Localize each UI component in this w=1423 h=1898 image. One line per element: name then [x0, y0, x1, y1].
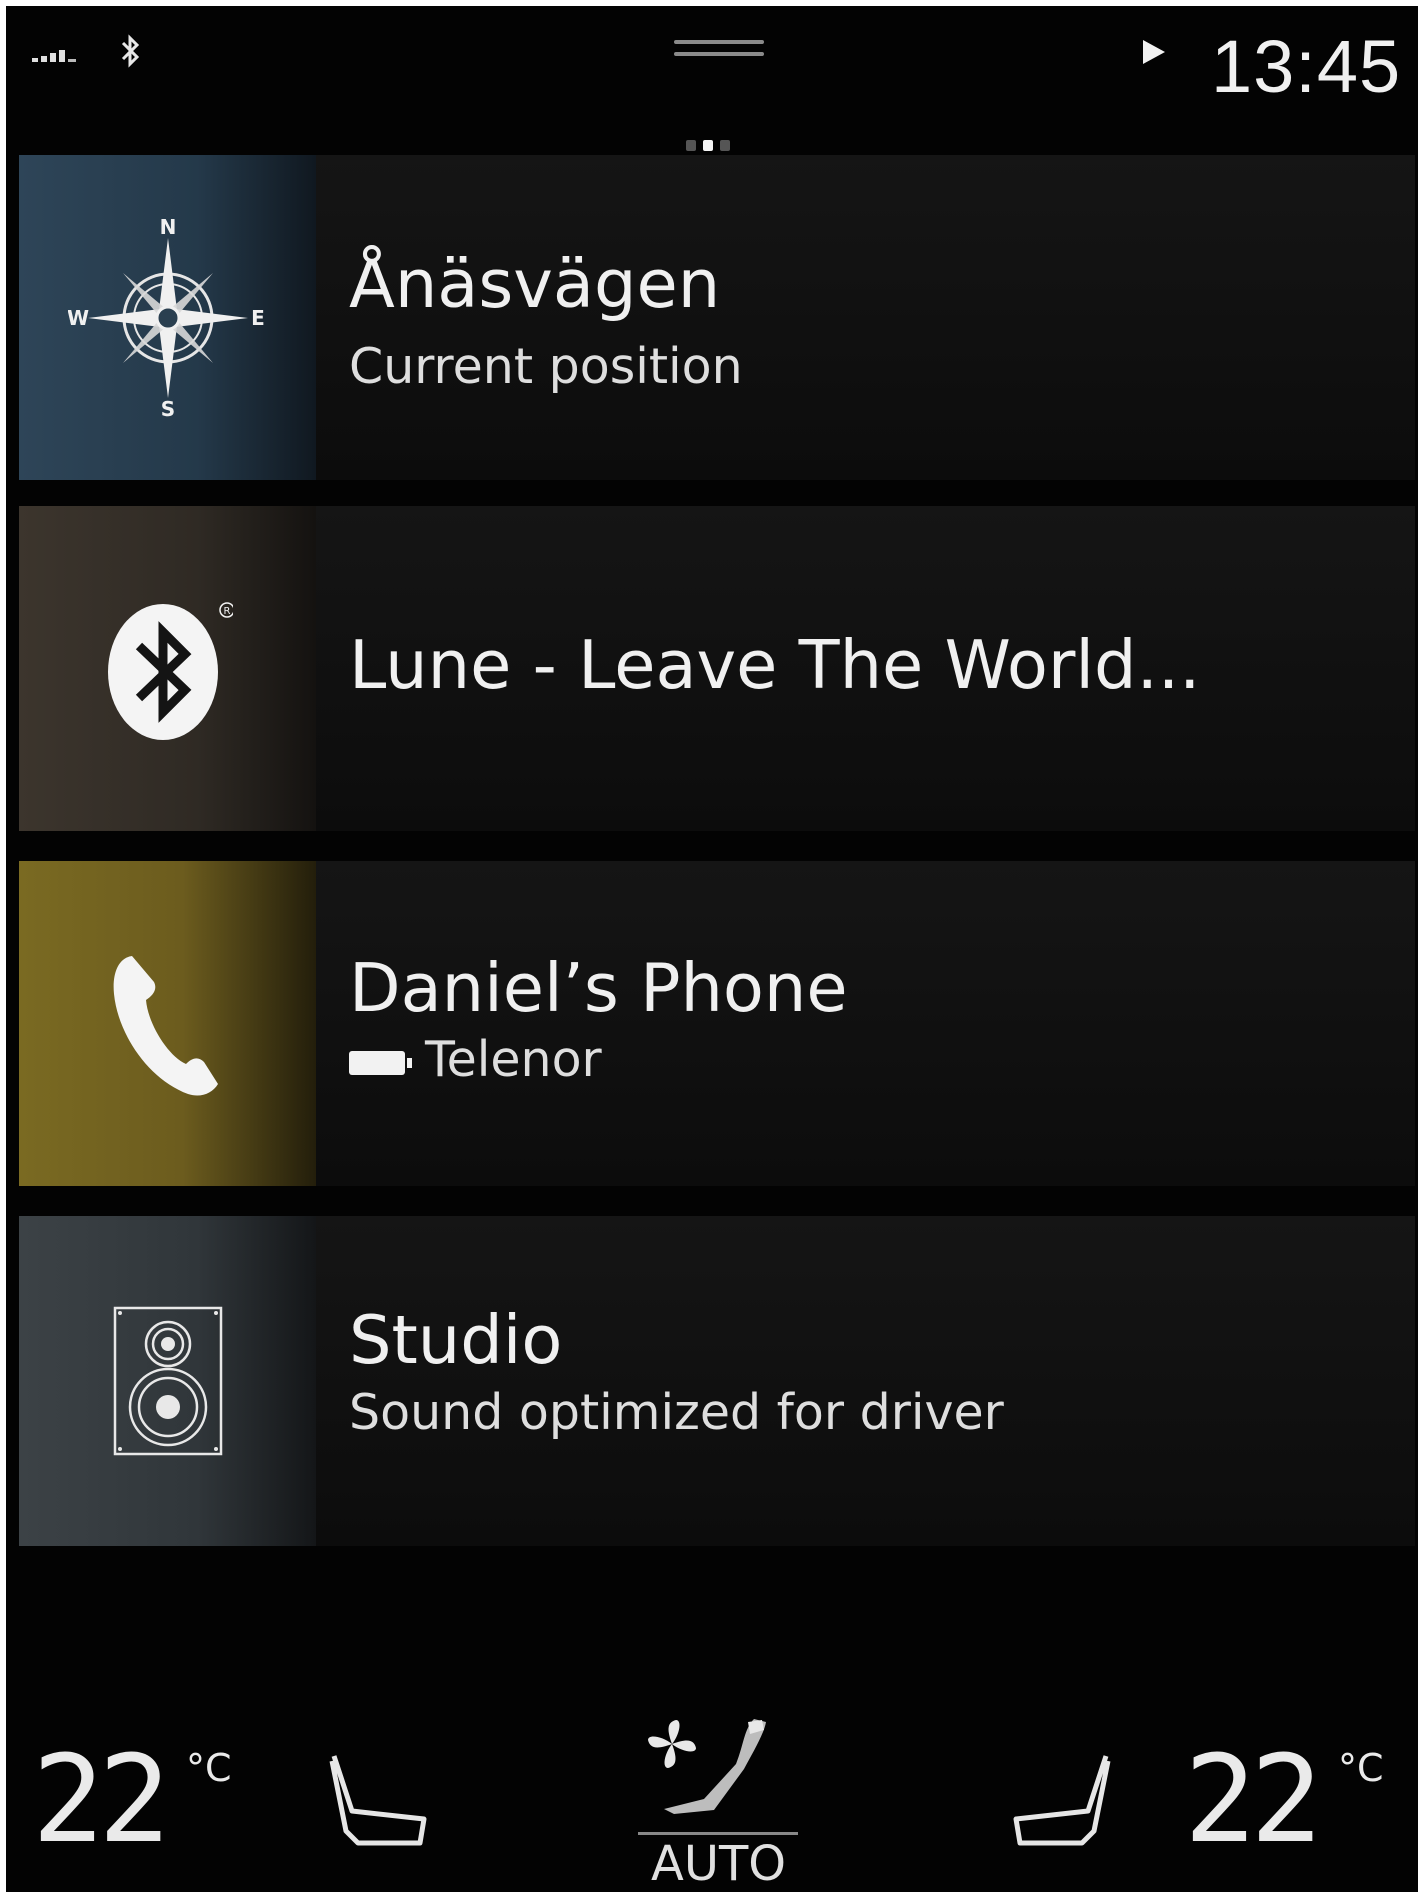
- media-thumbnail: R: [19, 506, 316, 831]
- page-dot: [686, 140, 696, 151]
- phone-thumbnail: [19, 861, 316, 1186]
- tile-navigation[interactable]: N E S W Ånäsvägen Current position: [19, 155, 1415, 480]
- audio-subtitle: Sound optimized for driver: [349, 1384, 1004, 1441]
- left-temperature-unit: °C: [186, 1746, 232, 1790]
- tile-audio[interactable]: Studio Sound optimized for driver: [19, 1216, 1415, 1546]
- bluetooth-status-icon: [121, 34, 140, 68]
- right-temperature-unit: °C: [1338, 1746, 1384, 1790]
- clock: 13:45: [1211, 25, 1402, 108]
- play-icon: [1143, 40, 1165, 64]
- phone-title: Daniel’s Phone: [349, 949, 848, 1027]
- phone-subtitle: Telenor: [349, 1031, 602, 1088]
- compass-icon: N E S W: [68, 218, 265, 418]
- navigation-subtitle: Current position: [349, 338, 743, 395]
- tile-phone[interactable]: Daniel’s Phone Telenor: [19, 861, 1415, 1186]
- tile-media[interactable]: R Lune - Leave The World...: [19, 506, 1415, 831]
- compass-north-label: N: [159, 218, 176, 239]
- phone-handset-icon: [113, 955, 218, 1096]
- left-temperature[interactable]: 22: [32, 1731, 170, 1870]
- carrier-name: Telenor: [425, 1031, 602, 1088]
- page-dot: [720, 140, 730, 151]
- compass-west-label: W: [68, 306, 89, 330]
- infotainment-screen: 13:45 N E S W Ånäsvägen Current position: [6, 6, 1418, 1892]
- svg-text:R: R: [223, 606, 230, 617]
- right-seat-heat-icon[interactable]: [1006, 1751, 1116, 1851]
- right-temperature[interactable]: 22: [1184, 1731, 1322, 1870]
- fan-climate-icon[interactable]: [644, 1714, 784, 1834]
- fan-level-indicator: [638, 1832, 798, 1835]
- battery-icon: [349, 1050, 412, 1075]
- signal-strength-icon: [32, 50, 76, 62]
- page-dot-active: [703, 140, 713, 151]
- bluetooth-icon: R: [107, 601, 233, 740]
- navigation-title: Ånäsvägen: [349, 245, 721, 323]
- page-indicator[interactable]: [686, 140, 730, 151]
- top-drawer-handle[interactable]: [674, 40, 764, 62]
- compass-south-label: S: [160, 397, 174, 418]
- audio-thumbnail: [19, 1216, 316, 1546]
- audio-title: Studio: [349, 1301, 563, 1379]
- navigation-thumbnail: N E S W: [19, 155, 316, 480]
- compass-east-label: E: [251, 306, 265, 330]
- speaker-icon: [113, 1306, 222, 1456]
- media-title: Lune - Leave The World...: [349, 626, 1201, 704]
- left-seat-heat-icon[interactable]: [324, 1751, 434, 1851]
- auto-climate-label[interactable]: AUTO: [651, 1836, 786, 1892]
